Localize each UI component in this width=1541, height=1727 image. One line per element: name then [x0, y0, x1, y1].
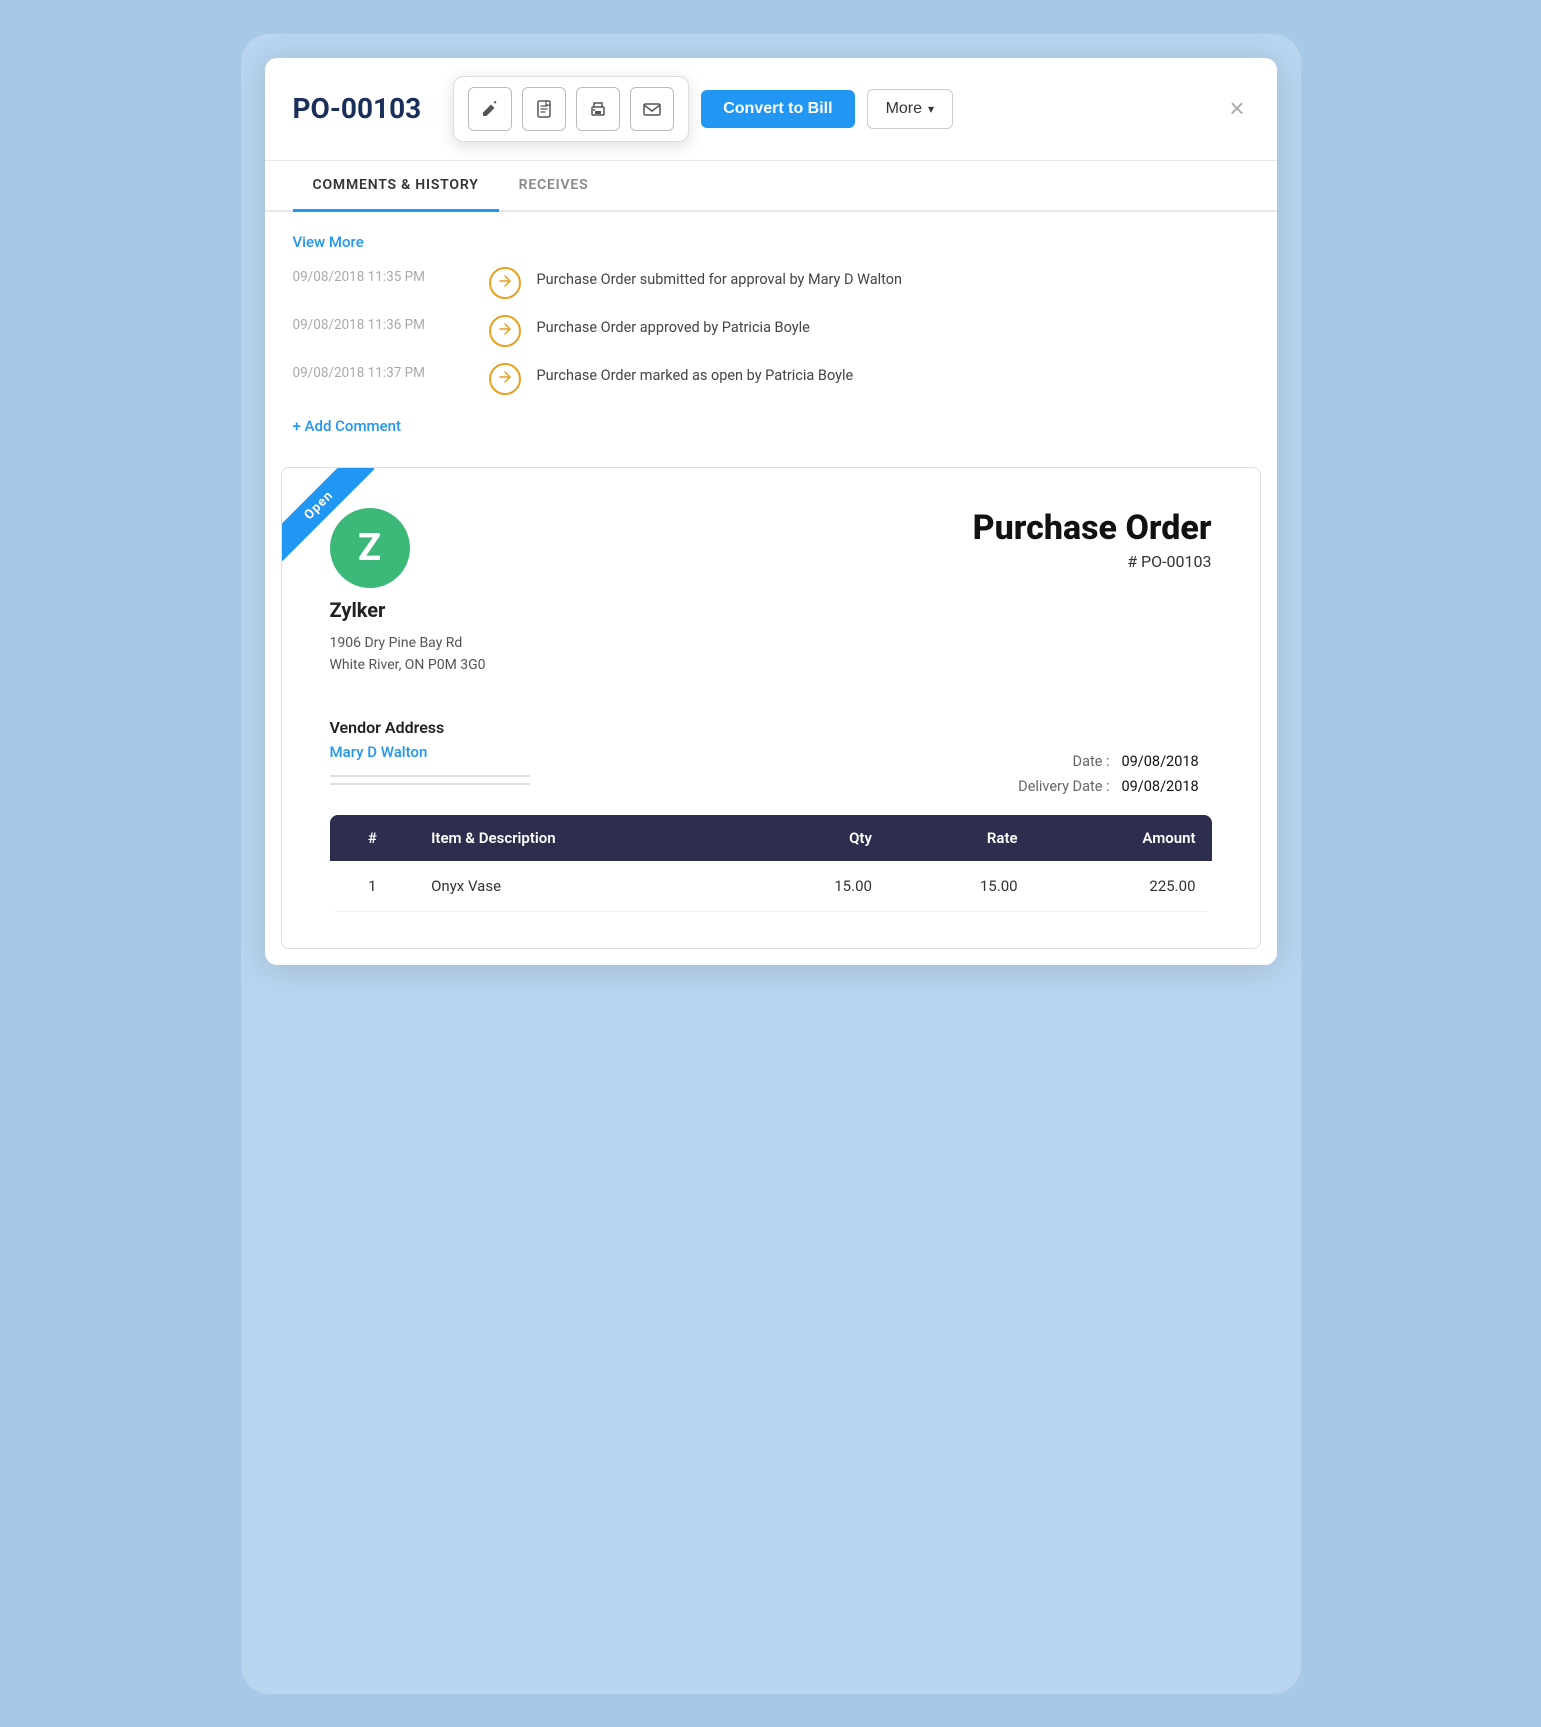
- view-more-link[interactable]: View More: [293, 233, 364, 251]
- print-icon: [588, 99, 608, 119]
- vendor-address-contact[interactable]: Mary D Walton: [330, 743, 530, 761]
- col-header-rate: Rate: [888, 815, 1034, 861]
- pdf-icon: [534, 99, 554, 119]
- po-document-number: # PO-00103: [973, 552, 1212, 571]
- toolbar-popup: [453, 76, 689, 142]
- history-event-icon-3: [498, 370, 512, 388]
- tabs-bar: COMMENTS & HISTORY RECEIVES: [265, 161, 1277, 212]
- close-button[interactable]: ×: [1225, 93, 1248, 124]
- po-dates: Date : 09/08/2018 Delivery Date : 09/08/…: [1018, 753, 1211, 795]
- print-button[interactable]: [576, 87, 620, 131]
- vendor-address-label: Vendor Address: [330, 718, 530, 737]
- cell-rate: 15.00: [888, 861, 1034, 912]
- col-header-qty: Qty: [742, 815, 888, 861]
- history-icon-wrap-3: [489, 363, 521, 395]
- add-comment-link[interactable]: + Add Comment: [293, 417, 401, 435]
- vendor-address: 1906 Dry Pine Bay Rd White River, ON P0M…: [330, 632, 486, 677]
- open-ribbon: Open: [282, 468, 375, 561]
- address-line-1: [330, 775, 530, 777]
- tab-comments-history[interactable]: COMMENTS & HISTORY: [293, 161, 499, 212]
- email-button[interactable]: [630, 87, 674, 131]
- cell-item: Onyx Vase: [415, 861, 742, 912]
- edit-button[interactable]: [468, 87, 512, 131]
- po-document: Open Z Zylker 1906 Dry Pine Bay Rd White…: [281, 467, 1261, 950]
- outer-frame: PO-00103: [241, 34, 1301, 1694]
- history-timestamp-2: 09/08/2018 11:36 PM: [293, 315, 473, 333]
- po-doc-top: Z Zylker 1906 Dry Pine Bay Rd White Rive…: [330, 508, 1212, 677]
- history-item: 09/08/2018 11:36 PM Purchase Order appro…: [293, 315, 1249, 347]
- cell-num: 1: [330, 861, 416, 912]
- history-item: 09/08/2018 11:37 PM Purchase Order marke…: [293, 363, 1249, 395]
- po-doc-inner: Z Zylker 1906 Dry Pine Bay Rd White Rive…: [282, 468, 1260, 949]
- pdf-button[interactable]: [522, 87, 566, 131]
- history-text-3: Purchase Order marked as open by Patrici…: [537, 363, 854, 384]
- history-event-icon-1: [498, 274, 512, 292]
- po-title: PO-00103: [293, 92, 422, 125]
- po-delivery-date-row: Delivery Date : 09/08/2018: [1018, 778, 1211, 795]
- chevron-down-icon: ▾: [928, 102, 934, 116]
- convert-to-bill-button[interactable]: Convert to Bill: [701, 90, 854, 128]
- po-date-row: Date : 09/08/2018: [1018, 753, 1211, 770]
- address-line-2: [330, 783, 530, 785]
- po-document-title: Purchase Order: [973, 508, 1212, 548]
- history-timestamp-3: 09/08/2018 11:37 PM: [293, 363, 473, 381]
- cell-qty: 15.00: [742, 861, 888, 912]
- date-value: 09/08/2018: [1122, 753, 1212, 770]
- modal-header: PO-00103: [265, 58, 1277, 161]
- history-timestamp-1: 09/08/2018 11:35 PM: [293, 267, 473, 285]
- delivery-date-value: 09/08/2018: [1122, 778, 1212, 795]
- col-header-num: #: [330, 815, 416, 861]
- history-list: 09/08/2018 11:35 PM Purchase Order submi…: [293, 267, 1249, 395]
- tab-receives[interactable]: RECEIVES: [499, 161, 609, 212]
- history-item: 09/08/2018 11:35 PM Purchase Order submi…: [293, 267, 1249, 299]
- history-icon-wrap-2: [489, 315, 521, 347]
- history-event-icon-2: [498, 322, 512, 340]
- po-title-block: Purchase Order # PO-00103: [973, 508, 1212, 571]
- cell-amount: 225.00: [1034, 861, 1212, 912]
- table-row: 1 Onyx Vase 15.00 15.00 225.00: [330, 861, 1212, 912]
- col-header-amount: Amount: [1034, 815, 1212, 861]
- comments-section: View More 09/08/2018 11:35 PM Purchase O…: [265, 212, 1277, 459]
- history-text-1: Purchase Order submitted for approval by…: [537, 267, 903, 288]
- date-label: Date :: [1073, 753, 1110, 770]
- delivery-date-label: Delivery Date :: [1018, 778, 1109, 795]
- po-table: # Item & Description Qty Rate Amount 1 O…: [330, 815, 1212, 912]
- address-lines: [330, 775, 530, 785]
- more-button[interactable]: More ▾: [867, 89, 953, 129]
- vendor-address-section: Vendor Address Mary D Walton: [330, 718, 530, 785]
- table-header-row: # Item & Description Qty Rate Amount: [330, 815, 1212, 861]
- history-text-2: Purchase Order approved by Patricia Boyl…: [537, 315, 810, 336]
- vendor-name: Zylker: [330, 598, 486, 622]
- email-icon: [642, 99, 662, 119]
- history-icon-wrap-1: [489, 267, 521, 299]
- edit-icon: [480, 99, 500, 119]
- open-ribbon-wrap: Open: [282, 468, 392, 578]
- modal-container: PO-00103: [265, 58, 1277, 966]
- col-header-item: Item & Description: [415, 815, 742, 861]
- middle-section: Vendor Address Mary D Walton Date : 09/0…: [330, 700, 1212, 795]
